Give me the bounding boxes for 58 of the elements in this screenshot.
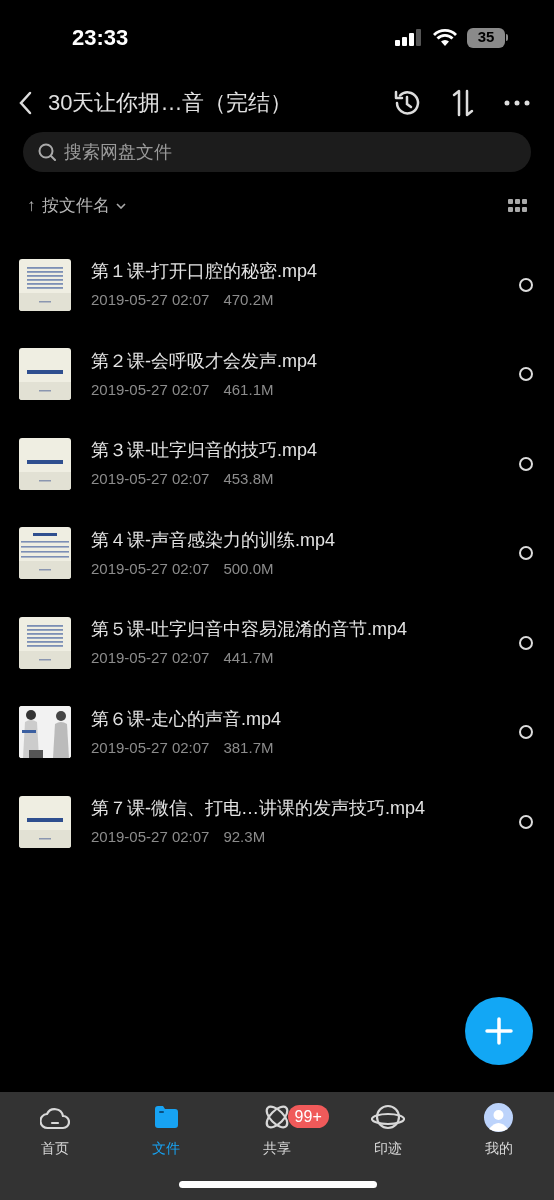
- file-size: 92.3M: [223, 827, 266, 847]
- orbit-icon: [263, 1103, 291, 1131]
- file-size: 441.7M: [223, 648, 274, 668]
- tab-bar-item[interactable]: 我的: [484, 1102, 514, 1159]
- file-name: 第２课-会呼吸才会发声.mp4: [91, 349, 317, 373]
- file-size: 453.8M: [223, 469, 274, 489]
- plus-icon: [485, 1017, 513, 1045]
- select-radio[interactable]: [519, 367, 533, 382]
- grid-view-icon[interactable]: [508, 199, 528, 213]
- file-date: 2019-05-27 02:07: [91, 469, 210, 489]
- file-date: 2019-05-27 02:07: [91, 290, 210, 310]
- file-date: 2019-05-27 02:07: [91, 558, 210, 579]
- status-time: 23:33: [72, 24, 129, 52]
- sort-icon[interactable]: [450, 87, 476, 118]
- file-size: 500.0M: [223, 558, 274, 579]
- select-radio[interactable]: [519, 456, 533, 471]
- sort-by-name-button[interactable]: ↑ 按文件名: [27, 193, 126, 219]
- file-name: 第１课-打开口腔的秘密.mp4: [91, 260, 317, 283]
- avatar-icon: [484, 1102, 514, 1132]
- file-date: 2019-05-27 02:07: [91, 827, 210, 847]
- select-radio[interactable]: [519, 277, 533, 292]
- file-name: 第７课-微信、打电…讲课的发声技巧.mp4: [91, 797, 425, 820]
- file-size: 381.7M: [223, 737, 274, 758]
- file-size: 470.2M: [223, 290, 274, 310]
- more-icon[interactable]: [504, 99, 530, 106]
- select-radio[interactable]: [519, 546, 533, 561]
- file-row[interactable]: 第６课-走心的声音.mp4 2019-05-27 02:07 381.7M: [0, 687, 554, 777]
- file-row[interactable]: 第１课-打开口腔的秘密.mp4 2019-05-27 02:07 470.2M: [0, 240, 554, 330]
- signal-icon: [395, 27, 423, 48]
- select-radio[interactable]: [519, 814, 533, 829]
- tab-bar-item[interactable]: 文件: [152, 1102, 181, 1159]
- battery-level: 35: [477, 27, 495, 48]
- file-date: 2019-05-27 02:07: [91, 648, 210, 668]
- file-name: 第４课-声音感染力的训练.mp4: [91, 528, 335, 552]
- search-field[interactable]: 搜索网盘文件: [23, 132, 531, 172]
- file-name: 第６课-走心的声音.mp4: [91, 707, 281, 731]
- notification-badge: 99+: [287, 1105, 329, 1128]
- caret-icon: [115, 203, 126, 209]
- wifi-icon: [433, 28, 457, 47]
- file-name: 第３课-吐字归音的技巧.mp4: [91, 439, 317, 462]
- file-date: 2019-05-27 02:07: [91, 737, 210, 758]
- file-row[interactable]: 第３课-吐字归音的技巧.mp4 2019-05-27 02:07 453.8M: [0, 419, 554, 509]
- file-name: 第５课-吐字归音中容易混淆的音节.mp4: [91, 618, 407, 641]
- file-size: 461.1M: [223, 379, 274, 400]
- file-row[interactable]: 第２课-会呼吸才会发声.mp4 2019-05-27 02:07 461.1M: [0, 329, 554, 419]
- folder-title: 30天让你拥…音（完结）: [48, 89, 293, 117]
- back-icon[interactable]: [18, 90, 32, 115]
- file-row[interactable]: 第７课-微信、打电…讲课的发声技巧.mp4 2019-05-27 02:07 92.3M: [0, 777, 554, 867]
- file-row[interactable]: 第５课-吐字归音中容易混淆的音节.mp4 2019-05-27 02:07 441.7M: [0, 598, 554, 688]
- folder-icon: [153, 1105, 180, 1129]
- planet-icon: [370, 1103, 405, 1131]
- tab-bar-item[interactable]: 首页: [40, 1102, 71, 1159]
- file-date: 2019-05-27 02:07: [91, 379, 210, 400]
- file-row[interactable]: 第４课-声音感染力的训练.mp4 2019-05-27 02:07 500.0M: [0, 508, 554, 598]
- select-radio[interactable]: [519, 635, 533, 650]
- search-icon: [38, 143, 56, 161]
- tab-bar-item[interactable]: 印迹: [370, 1102, 405, 1159]
- select-radio[interactable]: [519, 725, 533, 740]
